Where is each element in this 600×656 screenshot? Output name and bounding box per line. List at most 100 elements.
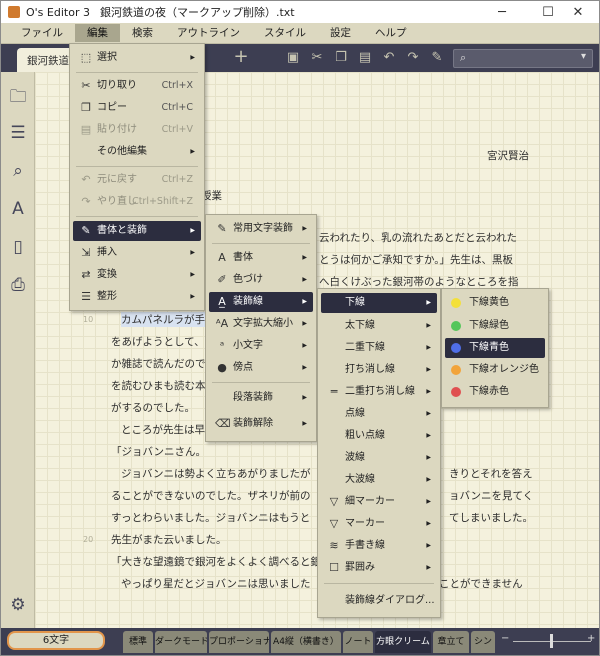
save-icon[interactable]: ▣	[285, 50, 301, 66]
scissors-icon: ✂	[81, 79, 91, 92]
menu-edit[interactable]: 編集	[75, 24, 120, 42]
document-tab[interactable]: 銀河鉄道	[17, 48, 77, 72]
menu-help[interactable]: ヘルプ	[363, 24, 419, 42]
small-text-icon: ᵃ	[219, 339, 225, 352]
menu-item-common-decoration[interactable]: ✎ 常用文字装飾 ▶	[209, 219, 313, 239]
menu-item-decoration-dialog[interactable]: 装飾線ダイアログ...	[321, 591, 437, 611]
typeface-icon: A	[218, 251, 226, 264]
close-button[interactable]: ✕	[557, 1, 599, 23]
menu-item-wavy-line[interactable]: 波線 ▶	[321, 448, 437, 468]
menu-item-other-edit[interactable]: その他編集 ▶	[73, 142, 201, 162]
pdf-export-icon[interactable]: ▯	[7, 236, 29, 258]
menu-item-small-text[interactable]: ᵃ 小文字 ▶	[209, 336, 313, 356]
menu-item-strikethrough[interactable]: 打ち消し線 ▶	[321, 360, 437, 380]
menu-file[interactable]: ファイル	[9, 24, 75, 42]
text-line: をあげようとして、	[111, 336, 205, 348]
app-logo-icon	[8, 6, 20, 18]
menu-outline[interactable]: アウトライン	[165, 24, 252, 42]
menu-item-underline-orange[interactable]: 下線オレンジ色	[445, 360, 545, 380]
text-line: ジョバンニは勢よく立ちあがりましたが	[121, 468, 311, 480]
menu-item-paste[interactable]: ▤ 貼り付け Ctrl+V	[73, 120, 201, 140]
menu-style[interactable]: スタイル	[252, 24, 318, 42]
underline-icon: A̲	[218, 295, 226, 308]
style-brush-icon: ✎	[81, 224, 91, 237]
chevron-down-icon[interactable]: ▾	[581, 51, 586, 62]
menu-separator	[212, 243, 310, 244]
theme-tab[interactable]: 標準	[123, 631, 153, 653]
menu-item-copy[interactable]: ❐ コピー Ctrl+C	[73, 98, 201, 118]
menu-item-select[interactable]: ⬚ 選択 ▶	[73, 48, 201, 68]
undo-icon[interactable]: ↶	[381, 50, 397, 66]
menu-item-format[interactable]: ☰ 整形 ▶	[73, 287, 201, 307]
menu-item-dotted-line[interactable]: 点線 ▶	[321, 404, 437, 424]
text-line: か雑誌で読んだので	[111, 358, 206, 370]
menu-item-big-wavy-line[interactable]: 大波線 ▶	[321, 470, 437, 490]
menu-item-thick-underline[interactable]: 太下線 ▶	[321, 316, 437, 336]
menu-item-insert[interactable]: ⇲ 挿入 ▶	[73, 243, 201, 263]
insert-icon: ⇲	[81, 246, 91, 259]
scissors-icon[interactable]: ✂	[309, 50, 325, 66]
menu-item-underline-red[interactable]: 下線赤色	[445, 382, 545, 402]
menu-item-underline-blue[interactable]: 下線青色	[445, 338, 545, 358]
menu-item-cut[interactable]: ✂ 切り取り Ctrl+X	[73, 76, 201, 96]
copy-icon[interactable]: ❐	[333, 50, 349, 66]
search-icon[interactable]: ⌕	[7, 160, 29, 182]
menu-item-underline-green[interactable]: 下線緑色	[445, 316, 545, 336]
pen-icon: ✐	[217, 273, 227, 286]
font-style-icon[interactable]: A	[7, 198, 29, 220]
blue-dot-icon	[451, 343, 461, 353]
menu-item-convert[interactable]: ⇄ 変換 ▶	[73, 265, 201, 285]
menu-item-text-scale[interactable]: ᴬA 文字拡大縮小 ▶	[209, 314, 313, 334]
theme-tab[interactable]: シン	[471, 631, 495, 653]
minimize-button[interactable]: ─	[481, 1, 523, 23]
redo-icon: ↷	[81, 195, 91, 208]
menu-item-double-underline[interactable]: 二重下線 ▶	[321, 338, 437, 358]
menu-item-remove-decoration[interactable]: ⌫ 装飾解除 ▶	[209, 414, 313, 434]
theme-tab[interactable]: プロポーショナル	[209, 631, 269, 653]
menu-item-box-border[interactable]: ☐ 罫囲み ▶	[321, 558, 437, 578]
menu-item-thin-marker[interactable]: ▽ 細マーカー ▶	[321, 492, 437, 512]
char-count: 6文字	[7, 631, 105, 650]
menu-item-coarse-dotted-line[interactable]: 粗い点線 ▶	[321, 426, 437, 446]
menu-item-typeface[interactable]: A 書体 ▶	[209, 248, 313, 268]
folder-icon[interactable]: 🗀	[7, 86, 29, 108]
menu-item-emphasis-dots[interactable]: ● 傍点 ▶	[209, 358, 313, 378]
text-line: てしまいました。	[449, 512, 533, 524]
style-brush-icon[interactable]: ✎	[429, 50, 445, 66]
menu-item-font-decoration[interactable]: ✎ 書体と装飾 ▶	[73, 221, 201, 241]
text-line: ることができないのでした。ザネリが前の	[111, 490, 311, 502]
menu-item-underline-yellow[interactable]: 下線黄色	[445, 293, 545, 313]
double-strike-icon: ═	[330, 385, 338, 398]
theme-tab-active[interactable]: 方眼クリーム	[375, 631, 431, 653]
menu-item-double-strikethrough[interactable]: ═ 二重打ち消し線 ▶	[321, 382, 437, 402]
menu-item-redo[interactable]: ↷ やり直し Ctrl+Shift+Z	[73, 192, 201, 212]
text-line: ョバンニを見てく	[449, 490, 534, 502]
menu-settings[interactable]: 設定	[318, 24, 363, 42]
menu-item-handwritten-line[interactable]: ≋ 手書き線 ▶	[321, 536, 437, 556]
add-tab-button[interactable]: +	[233, 48, 249, 66]
thin-marker-icon: ▽	[329, 495, 339, 508]
green-dot-icon	[451, 321, 461, 331]
zoom-in-button[interactable]: +	[587, 633, 595, 644]
menu-item-marker[interactable]: ▽ マーカー ▶	[321, 514, 437, 534]
theme-tab[interactable]: ノート	[343, 631, 373, 653]
print-icon[interactable]: ⎙	[7, 274, 29, 296]
menu-item-paragraph-decoration[interactable]: 段落装飾 ▶	[209, 388, 313, 408]
outline-list-icon[interactable]: ☰	[7, 122, 29, 144]
redo-icon[interactable]: ↷	[405, 50, 421, 66]
menu-item-underline[interactable]: 下線 ▶	[321, 293, 437, 313]
theme-tab[interactable]: 章立て	[433, 631, 469, 653]
marker-icon: ▽	[329, 517, 339, 530]
paste-icon[interactable]: ▤	[357, 50, 373, 66]
search-box[interactable]: ⌕ ▾	[453, 49, 593, 68]
menu-item-undo[interactable]: ↶ 元に戻す Ctrl+Z	[73, 170, 201, 190]
menu-item-decoration-line[interactable]: A̲ 装飾線 ▶	[209, 292, 313, 312]
theme-tab[interactable]: ダークモード	[155, 631, 207, 653]
settings-gear-icon[interactable]: ⚙	[7, 594, 29, 616]
zoom-slider-handle[interactable]	[549, 634, 553, 648]
theme-tab[interactable]: A4縦（横書き）	[271, 631, 341, 653]
line-number: 10	[83, 315, 94, 324]
menu-search[interactable]: 検索	[120, 24, 165, 42]
menu-item-coloring[interactable]: ✐ 色づけ ▶	[209, 270, 313, 290]
zoom-out-button[interactable]: −	[501, 633, 509, 644]
